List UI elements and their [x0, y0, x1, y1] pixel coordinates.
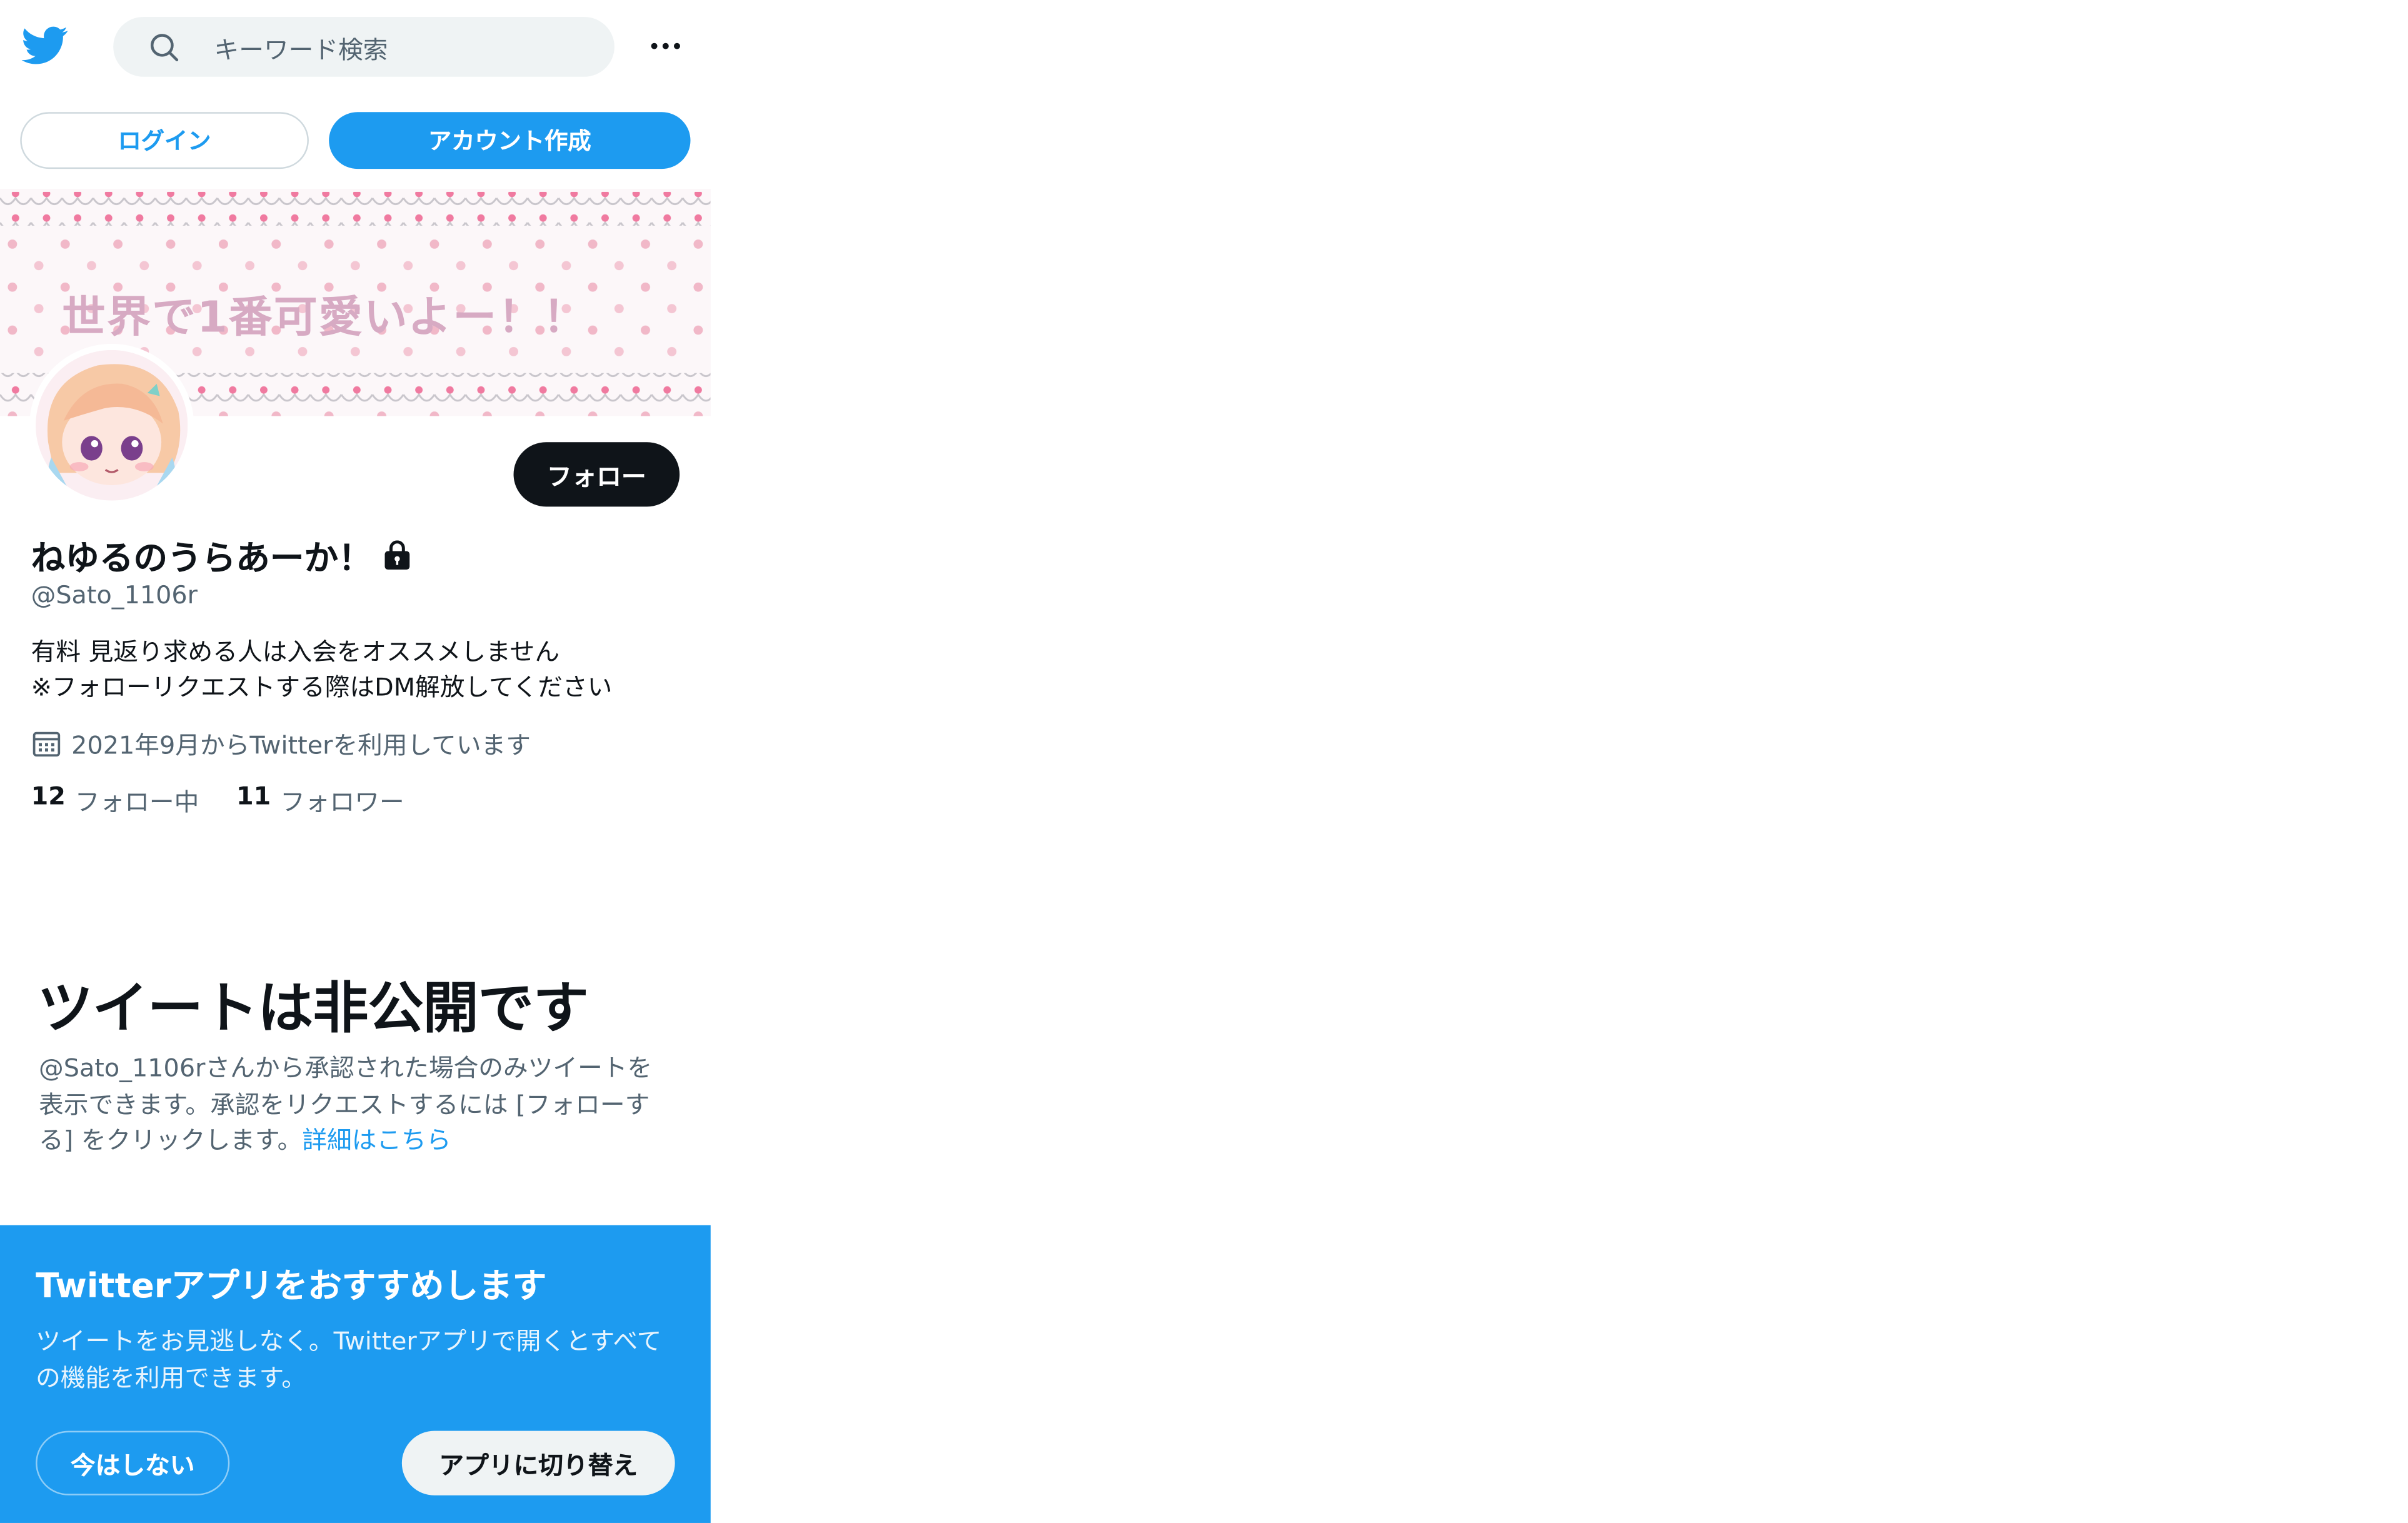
twitter-bird-icon[interactable] — [21, 21, 68, 68]
join-date: 2021年9月からTwitterを利用しています — [31, 725, 531, 762]
followers-label: フォロワー — [280, 787, 404, 817]
search-input[interactable]: キーワード検索 — [113, 17, 615, 77]
profile-name: ねゆるのうらあーか！ — [31, 531, 413, 581]
login-button[interactable]: ログイン — [20, 112, 309, 169]
calendar-icon — [31, 728, 63, 758]
search-icon — [149, 31, 180, 62]
follow-stats: 12 フォロー中 11 フォロワー — [31, 782, 442, 818]
profile-bio: 有料 見返り求める人は入会をオススメしません ※フォローリクエストする際はDM解… — [31, 634, 613, 705]
avatar[interactable] — [29, 344, 194, 507]
join-date-text: 2021年9月からTwitterを利用しています — [71, 730, 531, 760]
promo-title: Twitterアプリをおすすめします — [36, 1268, 547, 1307]
follow-button[interactable]: フォロー — [513, 442, 680, 507]
profile-panel: キーワード検索 ログイン アカウント作成 世界で1番可愛いよー！！ フォロー ね… — [0, 0, 711, 1523]
banner-text: 世界で1番可愛いよー！！ — [62, 291, 588, 343]
followers-count: 11 — [236, 781, 271, 811]
promo-description: ツイートをお見逃しなく。Twitterアプリで開くとすべての機能を利用できます。 — [36, 1326, 662, 1392]
search-placeholder: キーワード検索 — [214, 34, 388, 64]
followers-link[interactable]: 11 フォロワー — [236, 782, 404, 818]
lock-icon — [382, 540, 413, 571]
profile-name-text: ねゆるのうらあーか！ — [31, 540, 373, 579]
not-now-button[interactable]: 今はしない — [36, 1430, 230, 1495]
switch-to-app-button[interactable]: アプリに切り替え — [401, 1430, 675, 1495]
signup-button[interactable]: アカウント作成 — [329, 112, 691, 169]
protected-title: ツイートは非公開です — [37, 978, 589, 1041]
bio-line-2: ※フォローリクエストする際はDM解放してください — [31, 672, 613, 702]
profile-handle: @Sato_1106r — [31, 580, 198, 610]
following-link[interactable]: 12 フォロー中 — [31, 782, 199, 818]
page-stage: キーワード検索 ログイン アカウント作成 世界で1番可愛いよー！！ フォロー ね… — [0, 0, 2408, 1523]
learn-more-link[interactable]: 詳細はこちら — [302, 1125, 451, 1155]
following-label: フォロー中 — [74, 787, 199, 817]
protected-description: @Sato_1106rさんから承認された場合のみツイートを表示できます。承認をリ… — [39, 1050, 675, 1159]
following-count: 12 — [31, 781, 66, 811]
more-horizontal-icon[interactable] — [644, 28, 687, 64]
bio-line-1: 有料 見返り求める人は入会をオススメしません — [31, 637, 560, 666]
